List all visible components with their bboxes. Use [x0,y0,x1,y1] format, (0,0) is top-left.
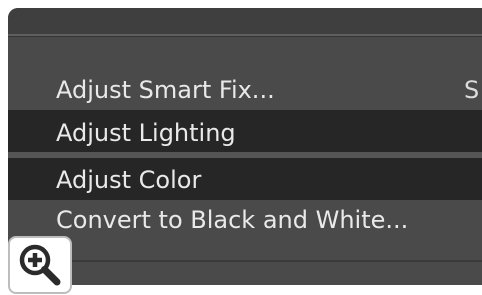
menu-bottom-divider [8,260,482,262]
menu-item-adjust-lighting[interactable]: Adjust Lighting [8,110,482,152]
menu-item-adjust-color[interactable]: Adjust Color [8,158,482,200]
zoom-in-icon [19,244,61,286]
menu-item-shortcut: S [464,76,480,104]
menu-panel: Adjust Smart Fix... S Adjust Lighting Ad… [8,8,482,285]
menu-item-label: Adjust Color [56,166,202,194]
menu-item-adjust-smart-fix[interactable]: Adjust Smart Fix... S [8,68,482,106]
menu-item-label: Convert to Black and White... [56,206,409,234]
menu-item-convert-black-white[interactable]: Convert to Black and White... [8,202,482,238]
menu-divider-shadow [8,36,482,37]
screenshot-frame: Adjust Smart Fix... S Adjust Lighting Ad… [0,0,482,295]
zoom-in-button[interactable] [8,236,72,294]
menu-top-strip [8,8,482,34]
menu-item-label: Adjust Lighting [56,119,236,147]
menu-item-label: Adjust Smart Fix... [56,76,275,104]
